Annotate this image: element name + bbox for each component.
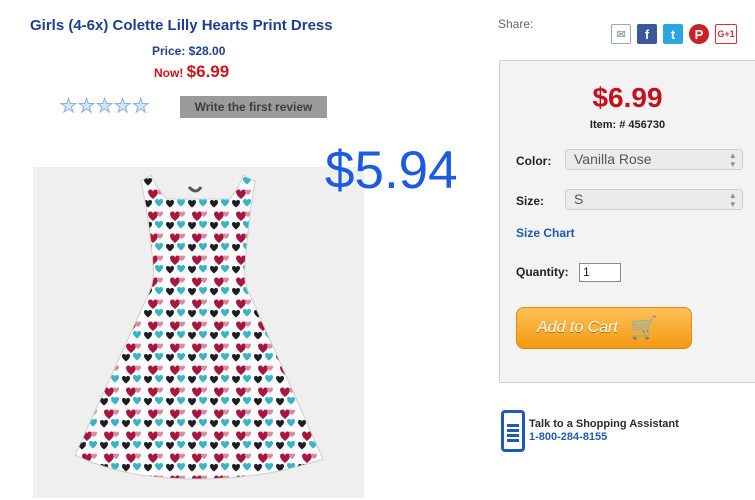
add-to-cart-label: Add to Cart xyxy=(537,319,618,336)
twitter-icon[interactable]: t xyxy=(663,24,683,44)
dress-image xyxy=(33,167,364,498)
overlay-price: $5.94 xyxy=(325,141,458,200)
size-chart-link[interactable]: Size Chart xyxy=(516,226,575,240)
pinterest-icon[interactable]: P xyxy=(689,24,709,44)
buybox-price: $6.99 xyxy=(592,82,663,113)
star-icon[interactable]: ★ xyxy=(96,97,114,117)
share-label: Share: xyxy=(498,17,534,31)
color-label: Color: xyxy=(516,154,552,168)
now-label: Now! xyxy=(154,66,184,80)
assistant-text: Talk to a Shopping Assistant 1-800-284-8… xyxy=(529,418,679,444)
star-icon[interactable]: ★ xyxy=(78,97,96,117)
buy-box: $6.99 Item: # 456730 Color: Vanilla Rose… xyxy=(499,60,755,383)
assistant-line1: Talk to a Shopping Assistant xyxy=(529,418,679,430)
quantity-input[interactable]: 1 xyxy=(579,263,621,282)
size-select-value: S xyxy=(574,191,584,207)
size-label: Size: xyxy=(516,194,545,208)
select-arrows-icon: ▴ ▾ xyxy=(730,150,735,169)
product-image[interactable] xyxy=(33,167,364,498)
star-icon[interactable]: ★ xyxy=(114,97,132,117)
star-icon[interactable]: ★ xyxy=(59,97,77,117)
facebook-icon[interactable]: f xyxy=(637,24,657,44)
size-select[interactable]: S ▴ ▾ xyxy=(565,189,743,210)
original-price: Price: $28.00 xyxy=(152,44,226,58)
sale-price: Now! $6.99 xyxy=(154,62,229,82)
quantity-label: Quantity: xyxy=(516,265,569,279)
shopping-assistant[interactable]: Talk to a Shopping Assistant 1-800-284-8… xyxy=(501,410,679,452)
share-icons: ✉ f t P G+1 xyxy=(611,24,737,44)
add-to-cart-button[interactable]: Add to Cart 🛒 xyxy=(516,307,692,349)
write-review-button[interactable]: Write the first review xyxy=(180,96,327,118)
phone-icon xyxy=(501,410,525,452)
now-price: $6.99 xyxy=(186,62,230,81)
star-icon[interactable]: ★ xyxy=(132,97,150,117)
mail-icon[interactable]: ✉ xyxy=(611,24,631,44)
item-number: Item: # 456730 xyxy=(589,119,666,131)
color-select-value: Vanilla Rose xyxy=(574,151,652,167)
cart-icon: 🛒 xyxy=(629,315,658,340)
product-title: Girls (4-6x) Colette Lilly Hearts Print … xyxy=(30,17,333,34)
select-arrows-icon: ▴ ▾ xyxy=(730,190,735,209)
color-select[interactable]: Vanilla Rose ▴ ▾ xyxy=(565,149,743,170)
assistant-phone: 1-800-284-8155 xyxy=(529,431,608,443)
google-plus-icon[interactable]: G+1 xyxy=(715,24,737,44)
rating-stars[interactable]: ★ ★ ★ ★ ★ xyxy=(59,97,150,117)
